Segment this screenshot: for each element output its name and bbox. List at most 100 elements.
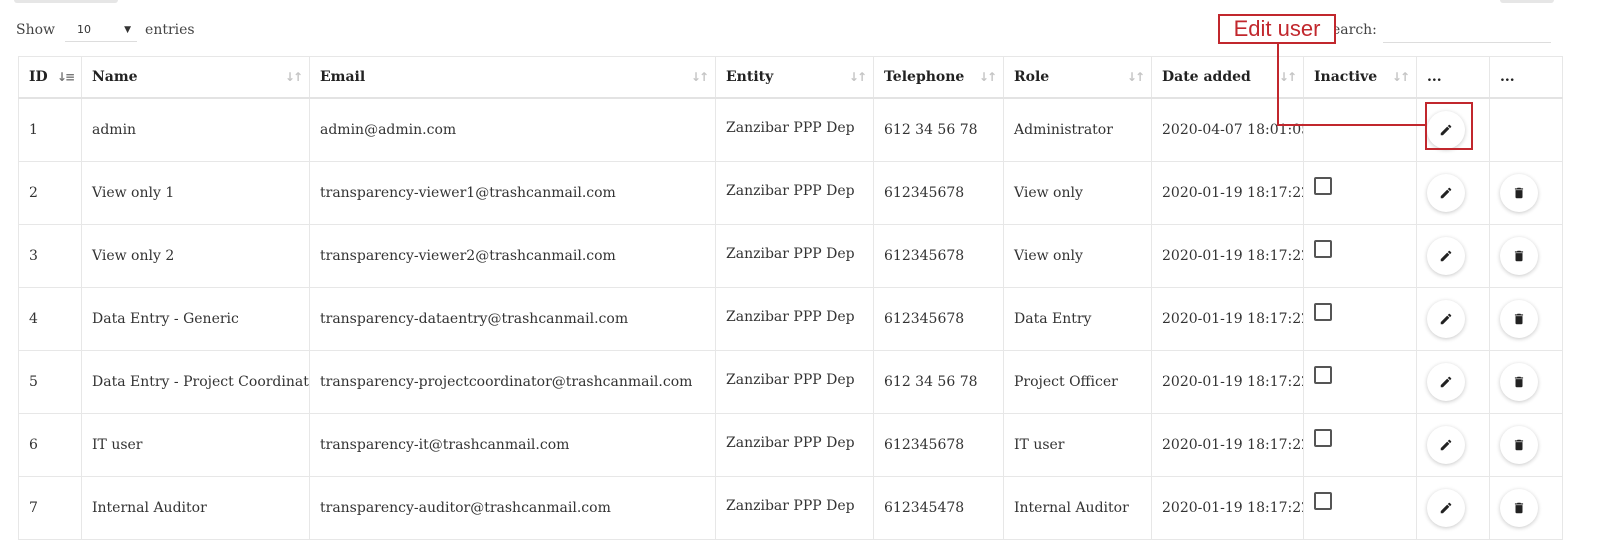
column-header-date-added[interactable]: Date added ↓↑ (1151, 56, 1304, 99)
callout-connector (1277, 44, 1279, 126)
table-row: 7 Internal Auditor transparency-auditor@tr… (18, 476, 1563, 540)
column-header-telephone[interactable]: Telephone ↓↑ (873, 56, 1004, 99)
inactive-checkbox[interactable] (1314, 366, 1332, 384)
cell-entity: Zanzibar PPP Dep (715, 97, 874, 162)
edit-user-callout: Edit user (1218, 14, 1336, 44)
cell-name: Internal Auditor (81, 476, 310, 540)
column-header-email[interactable]: Email ↓↑ (309, 56, 716, 99)
inactive-checkbox[interactable] (1314, 429, 1332, 447)
cell-date-added: 2020-01-19 18:17:22 (1151, 476, 1304, 540)
pencil-icon (1439, 186, 1453, 200)
delete-user-button[interactable] (1500, 300, 1538, 338)
cell-inactive (1303, 287, 1417, 351)
cell-date-added: 2020-01-19 18:17:22 (1151, 224, 1304, 288)
cell-delete (1489, 161, 1563, 225)
cell-email: admin@admin.com (309, 97, 716, 162)
cell-role: View only (1003, 224, 1152, 288)
cell-entity: Zanzibar PPP Dep (715, 350, 874, 414)
table-header-row: ID ↓≡ Name ↓↑ Email ↓↑ Entity ↓↑ Telephone ↓↑ Role… (18, 56, 1563, 99)
column-header-id[interactable]: ID ↓≡ (18, 56, 82, 99)
column-header-role[interactable]: Role ↓↑ (1003, 56, 1152, 99)
delete-user-button[interactable] (1500, 174, 1538, 212)
delete-user-button[interactable] (1500, 363, 1538, 401)
column-header-label: Email (320, 69, 366, 85)
sort-icon[interactable]: ↓↑ (1392, 70, 1410, 84)
edit-user-button[interactable] (1427, 489, 1465, 527)
cell-telephone: 612345478 (873, 476, 1004, 540)
users-table: ID ↓≡ Name ↓↑ Email ↓↑ Entity ↓↑ Telephone ↓↑ Role… (18, 56, 1563, 540)
cell-telephone: 612345678 (873, 413, 1004, 477)
entries-per-page-select[interactable]: 10 ▼ (65, 18, 138, 42)
column-header-name[interactable]: Name ↓↑ (81, 56, 310, 99)
cell-id: 1 (18, 97, 82, 162)
sort-icon[interactable]: ↓↑ (849, 70, 867, 84)
cell-date-added: 2020-04-07 18:01:05 (1151, 97, 1304, 162)
cell-name: Data Entry - Generic (81, 287, 310, 351)
cell-name: View only 2 (81, 224, 310, 288)
top-button-edge (1500, 0, 1554, 3)
top-button-edge (14, 0, 118, 3)
trash-icon (1512, 438, 1526, 452)
pencil-icon (1439, 375, 1453, 389)
cell-delete (1489, 476, 1563, 540)
cell-telephone: 612 34 56 78 (873, 350, 1004, 414)
edit-user-button[interactable] (1427, 174, 1465, 212)
cell-id: 4 (18, 287, 82, 351)
cell-role: View only (1003, 161, 1152, 225)
search-input[interactable] (1382, 18, 1551, 43)
cell-id: 2 (18, 161, 82, 225)
cell-telephone: 612345678 (873, 224, 1004, 288)
table-row: 5 Data Entry - Project Coordinator transpa… (18, 350, 1563, 414)
column-header-label: ... (1427, 69, 1442, 85)
column-header-label: Telephone (884, 69, 965, 85)
top-edge (0, 0, 1602, 8)
sort-icon[interactable]: ↓↑ (691, 70, 709, 84)
column-header-label: Entity (726, 69, 774, 85)
callout-highlight (1425, 102, 1473, 150)
delete-user-button[interactable] (1500, 489, 1538, 527)
cell-email: transparency-viewer2@trashcanmail.com (309, 224, 716, 288)
cell-date-added: 2020-01-19 18:17:22 (1151, 413, 1304, 477)
inactive-checkbox[interactable] (1314, 492, 1332, 510)
inactive-checkbox[interactable] (1314, 240, 1332, 258)
column-header-entity[interactable]: Entity ↓↑ (715, 56, 874, 99)
search-control: earch: (1332, 18, 1551, 43)
table-body: 1 admin admin@admin.com Zanzibar PPP Dep 612… (18, 97, 1563, 540)
show-label: Show (16, 22, 56, 38)
cell-telephone: 612 34 56 78 (873, 97, 1004, 162)
sort-icon[interactable]: ↓↑ (1279, 70, 1297, 84)
cell-role: Internal Auditor (1003, 476, 1152, 540)
table-row: 1 admin admin@admin.com Zanzibar PPP Dep 612… (18, 97, 1563, 162)
inactive-checkbox[interactable] (1314, 303, 1332, 321)
table-row: 2 View only 1 transparency-viewer1@trashca… (18, 161, 1563, 225)
inactive-checkbox[interactable] (1314, 177, 1332, 195)
column-header-inactive[interactable]: Inactive ↓↑ (1303, 56, 1417, 99)
sort-ascending-icon[interactable]: ↓≡ (57, 70, 75, 84)
cell-delete (1489, 287, 1563, 351)
edit-user-button[interactable] (1427, 300, 1465, 338)
cell-edit (1416, 413, 1490, 477)
sort-icon[interactable]: ↓↑ (285, 70, 303, 84)
callout-connector (1277, 124, 1426, 126)
column-header-label: Name (92, 69, 138, 85)
cell-date-added: 2020-01-19 18:17:22 (1151, 350, 1304, 414)
edit-user-button[interactable] (1427, 363, 1465, 401)
sort-icon[interactable]: ↓↑ (1127, 70, 1145, 84)
cell-entity: Zanzibar PPP Dep (715, 224, 874, 288)
sort-icon[interactable]: ↓↑ (979, 70, 997, 84)
edit-user-button[interactable] (1427, 426, 1465, 464)
cell-delete (1489, 97, 1563, 162)
cell-date-added: 2020-01-19 18:17:22 (1151, 161, 1304, 225)
trash-icon (1512, 501, 1526, 515)
column-header-delete-actions: ... (1489, 56, 1563, 99)
delete-user-button[interactable] (1500, 237, 1538, 275)
cell-entity: Zanzibar PPP Dep (715, 161, 874, 225)
delete-user-button[interactable] (1500, 426, 1538, 464)
cell-entity: Zanzibar PPP Dep (715, 413, 874, 477)
column-header-label: Role (1014, 69, 1050, 85)
cell-inactive (1303, 97, 1417, 162)
column-header-label: Inactive (1314, 69, 1378, 85)
trash-icon (1512, 375, 1526, 389)
edit-user-button[interactable] (1427, 237, 1465, 275)
column-header-label: ID (29, 69, 48, 85)
